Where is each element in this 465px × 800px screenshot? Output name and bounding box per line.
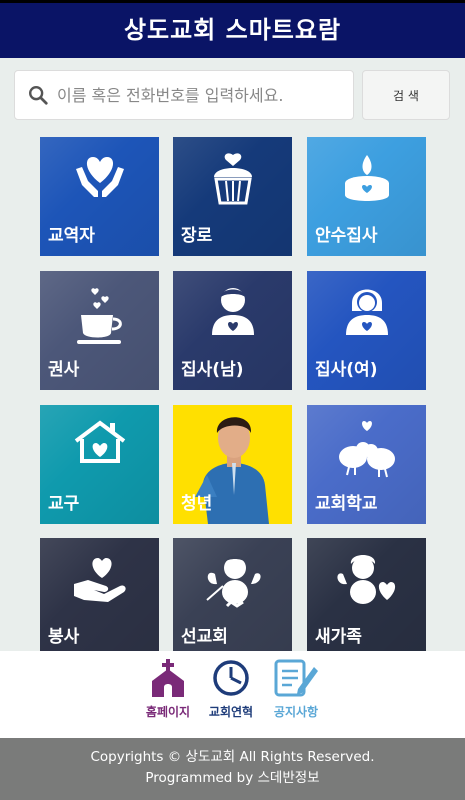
hand-heart-icon <box>73 558 126 602</box>
tile-label: 교회학교 <box>315 494 378 514</box>
tile-label: 선교회 <box>181 627 228 647</box>
tile-gyohoe-hakgyo[interactable]: 교회학교 <box>307 405 426 524</box>
coffee-cup-hearts-icon <box>76 288 122 344</box>
birds-heart-icon <box>338 421 395 478</box>
tile-label: 봉사 <box>48 627 80 647</box>
app-header: 상도교회 스마트요람 <box>0 0 465 58</box>
tile-label: 장로 <box>181 226 213 246</box>
search-input[interactable] <box>57 77 347 113</box>
search-box <box>14 70 354 120</box>
tile-label: 교구 <box>48 494 80 514</box>
man-heart-icon <box>211 288 254 335</box>
tile-jipsa-female[interactable]: 집사(여) <box>307 271 426 390</box>
nav-homepage[interactable]: 홈페이지 <box>133 659 203 720</box>
angel-heart-icon <box>336 555 395 604</box>
bottom-nav: 홈페이지 교회연혁 공지사항 <box>0 651 465 738</box>
cupid-icon <box>205 556 261 608</box>
tile-label: 집사(남) <box>181 360 244 380</box>
hands-heart-icon <box>75 157 124 197</box>
tile-ansu-jipsa[interactable]: 안수집사 <box>307 137 426 256</box>
clock-icon <box>213 660 249 696</box>
app-title: 상도교회 스마트요람 <box>123 16 342 44</box>
tile-label: 교역자 <box>48 226 95 246</box>
tile-gwonsa[interactable]: 권사 <box>40 271 159 390</box>
tile-bongsa[interactable]: 봉사 <box>40 538 159 657</box>
tile-seongyohoe[interactable]: 선교회 <box>173 538 292 657</box>
nav-label: 공지사항 <box>273 705 319 719</box>
nav-history[interactable]: 교회연혁 <box>196 659 266 720</box>
nav-label: 홈페이지 <box>145 705 191 719</box>
church-icon <box>152 659 184 697</box>
tile-jangro[interactable]: 장로 <box>173 137 292 256</box>
search-button[interactable]: 검 색 <box>362 70 450 120</box>
tile-label: 집사(여) <box>315 360 378 380</box>
tile-label: 안수집사 <box>315 226 378 246</box>
notepad-icon <box>274 659 318 697</box>
search-icon <box>29 86 48 105</box>
tile-gyoyeokja[interactable]: 교역자 <box>40 137 159 256</box>
nav-notice[interactable]: 공지사항 <box>261 659 331 720</box>
candle-heart-icon <box>344 155 389 201</box>
tile-cheongnyeon[interactable]: 청년 <box>173 405 292 524</box>
tile-label: 권사 <box>48 360 80 380</box>
tile-saegajok[interactable]: 새가족 <box>307 538 426 657</box>
house-heart-icon <box>74 420 125 463</box>
woman-heart-icon <box>345 289 388 335</box>
tile-gyogu[interactable]: 교구 <box>40 405 159 524</box>
programmer-credit: Programmed by 스데반정보 <box>145 770 320 786</box>
footer: Copyrights © 상도교회 All Rights Reserved. P… <box>0 738 465 800</box>
tile-label: 청년 <box>181 494 213 514</box>
nav-label: 교회연혁 <box>208 705 254 719</box>
tile-jipsa-male[interactable]: 집사(남) <box>173 271 292 390</box>
copyright-text: Copyrights © 상도교회 All Rights Reserved. <box>90 749 375 765</box>
cupcake-heart-icon <box>213 153 252 205</box>
tile-label: 새가족 <box>315 627 362 647</box>
